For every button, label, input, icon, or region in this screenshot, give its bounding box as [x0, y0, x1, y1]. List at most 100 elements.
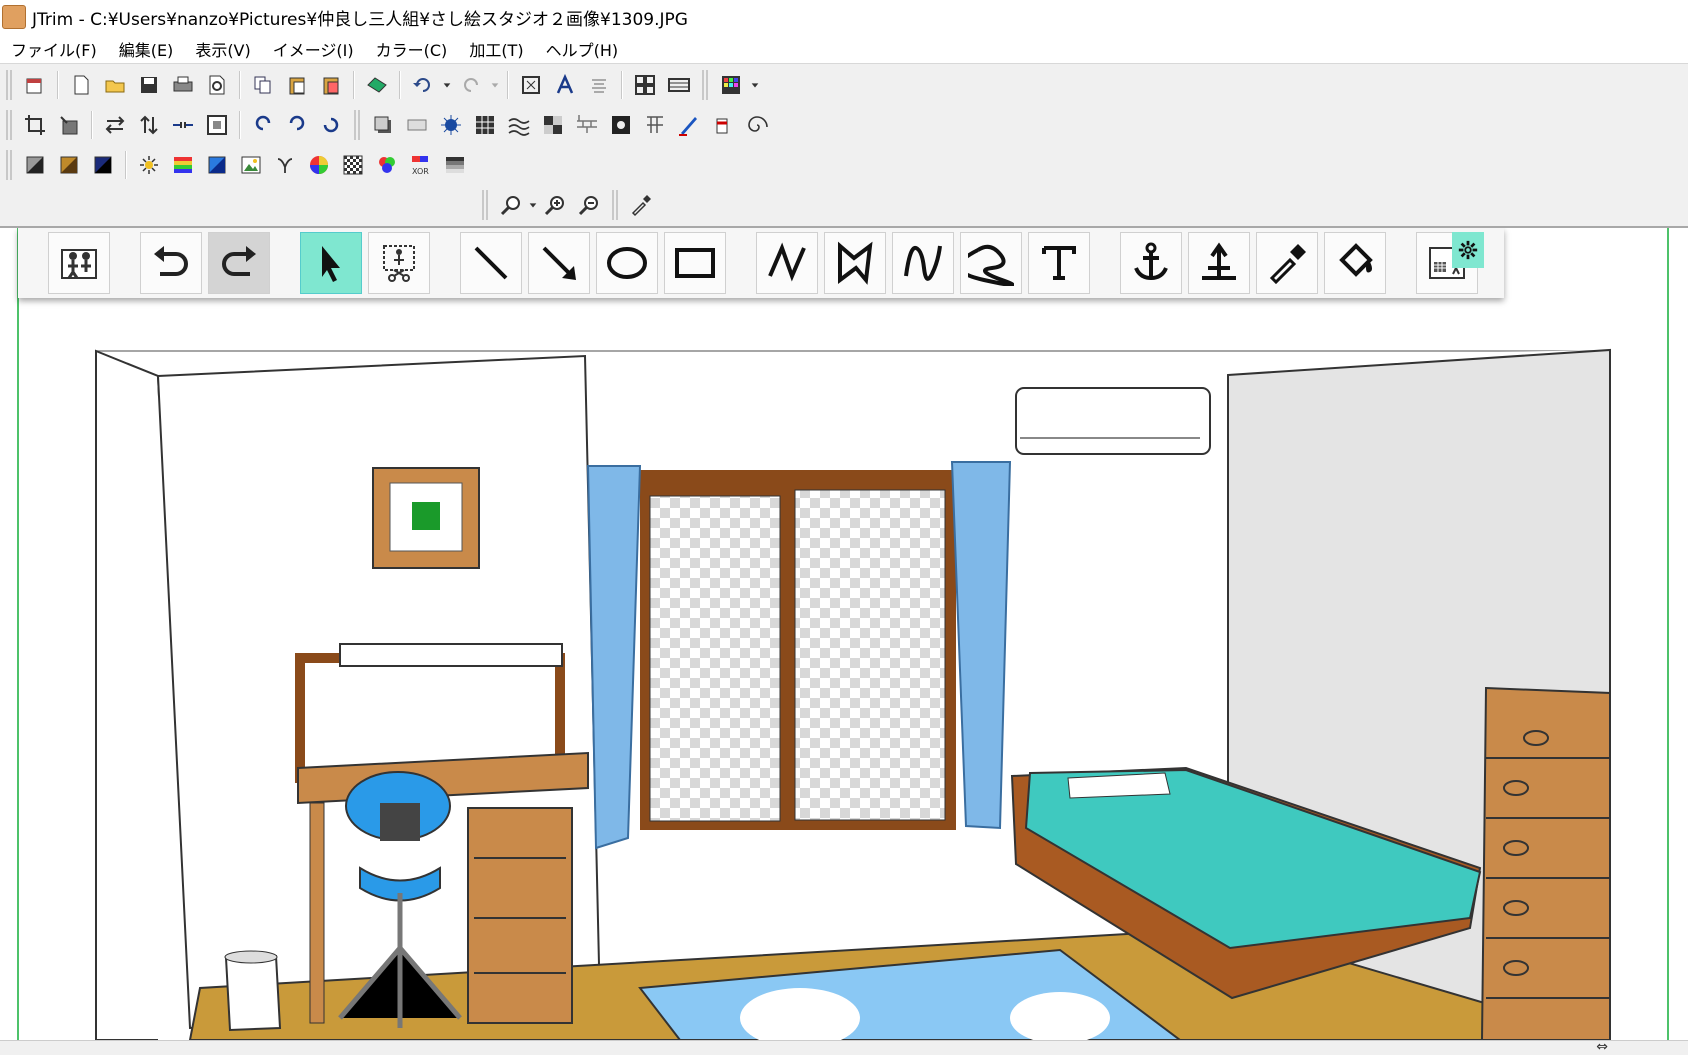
arrow-tool-button[interactable] — [528, 232, 590, 294]
palette-dropdown[interactable] — [748, 68, 762, 102]
line-tool-button[interactable] — [460, 232, 522, 294]
brick-button[interactable] — [570, 108, 604, 142]
paste-new-button[interactable] — [314, 68, 348, 102]
text-tool-button[interactable] — [1028, 232, 1090, 294]
polyline-tool-button[interactable] — [756, 232, 818, 294]
frame-button[interactable] — [200, 108, 234, 142]
new-window-button[interactable] — [18, 68, 52, 102]
print-button[interactable] — [166, 68, 200, 102]
flip-vertical-button[interactable] — [132, 108, 166, 142]
image-canvas[interactable] — [0, 228, 1688, 1040]
toolbar-grip[interactable] — [354, 110, 360, 140]
new-file-button[interactable] — [64, 68, 98, 102]
brightness-button[interactable] — [132, 148, 166, 182]
zoom-menu-button[interactable] — [494, 188, 528, 222]
trim-margin-button[interactable] — [166, 108, 200, 142]
xor-button[interactable]: XOR — [404, 148, 438, 182]
wave-button[interactable] — [502, 108, 536, 142]
menu-process[interactable]: 加工(T) — [458, 37, 534, 61]
posterize-button[interactable] — [438, 148, 472, 182]
rgb-channel-button[interactable] — [370, 148, 404, 182]
sepia-button[interactable] — [52, 148, 86, 182]
grayscale-button[interactable] — [18, 148, 52, 182]
invert-button[interactable] — [86, 148, 120, 182]
fill-tool-button[interactable] — [1324, 232, 1386, 294]
dither-button[interactable] — [336, 148, 370, 182]
undo-dropdown[interactable] — [440, 68, 454, 102]
undo-arrow-icon — [154, 246, 188, 276]
thumbnail-grid-button[interactable] — [628, 68, 662, 102]
mosaic-icon — [476, 116, 494, 134]
toolbar-grip[interactable] — [6, 150, 12, 180]
color-picker-tool-button[interactable] — [1256, 232, 1318, 294]
mosaic-button[interactable] — [468, 108, 502, 142]
save-button[interactable] — [132, 68, 166, 102]
toolbar-grip[interactable] — [612, 190, 618, 220]
move-anchor-tool-button[interactable] — [1188, 232, 1250, 294]
layer-tool-button[interactable] — [48, 232, 110, 294]
rotate-free-button[interactable] — [314, 108, 348, 142]
menu-help[interactable]: ヘルプ(H) — [535, 37, 630, 61]
cutout-tool-button[interactable] — [368, 232, 430, 294]
zoom-dropdown[interactable] — [528, 188, 538, 222]
menu-file[interactable]: ファイル(F) — [0, 37, 108, 61]
closed-curve-tool-button[interactable] — [960, 232, 1022, 294]
gamma-button[interactable] — [268, 148, 302, 182]
filmstrip-button[interactable] — [662, 68, 696, 102]
curve-tool-button[interactable] — [892, 232, 954, 294]
zoom-out-button[interactable] — [572, 188, 606, 222]
toolbar-grip[interactable] — [702, 70, 708, 100]
sharpen-button[interactable] — [638, 108, 672, 142]
open-file-button[interactable] — [98, 68, 132, 102]
menu-color[interactable]: カラー(C) — [365, 37, 459, 61]
menu-image[interactable]: イメージ(I) — [262, 37, 365, 61]
rectangle-tool-button[interactable] — [664, 232, 726, 294]
color-balance-button[interactable] — [166, 148, 200, 182]
redo-button[interactable] — [454, 68, 488, 102]
eraser-button[interactable] — [706, 108, 740, 142]
gradient-button[interactable] — [200, 148, 234, 182]
copy-button[interactable] — [246, 68, 280, 102]
toolbar-grip[interactable] — [6, 110, 12, 140]
select-tool-button[interactable] — [300, 232, 362, 294]
toolbar-grip[interactable] — [482, 190, 488, 220]
undo-button[interactable] — [406, 68, 440, 102]
flip-horizontal-button[interactable] — [98, 108, 132, 142]
image-adjust-button[interactable] — [234, 148, 268, 182]
draw-redo-button[interactable] — [208, 232, 270, 294]
polygon-tool-button[interactable] — [824, 232, 886, 294]
tile-icon — [544, 116, 562, 134]
anchor-tool-button[interactable] — [1120, 232, 1182, 294]
menu-view[interactable]: 表示(V) — [184, 37, 261, 61]
toolbar-grip[interactable] — [6, 70, 12, 100]
fit-window-button[interactable] — [514, 68, 548, 102]
toolbar-settings-button[interactable] — [1452, 232, 1484, 268]
paste-button[interactable] — [280, 68, 314, 102]
menu-edit[interactable]: 編集(E) — [108, 37, 185, 61]
eraser-icon — [716, 118, 728, 134]
emboss-button[interactable] — [400, 108, 434, 142]
capture-button[interactable] — [360, 68, 394, 102]
light-effect-button[interactable] — [434, 108, 468, 142]
pen-button[interactable] — [672, 108, 706, 142]
hue-button[interactable] — [302, 148, 336, 182]
redo-dropdown[interactable] — [488, 68, 502, 102]
vignette-button[interactable] — [604, 108, 638, 142]
align-center-button[interactable] — [582, 68, 616, 102]
text-button[interactable] — [548, 68, 582, 102]
shadow-button[interactable] — [366, 108, 400, 142]
ellipse-tool-button[interactable] — [596, 232, 658, 294]
polyline-icon — [768, 242, 806, 282]
paint-bucket-icon — [1339, 243, 1373, 277]
rotate-left-90-button[interactable] — [246, 108, 280, 142]
rotate-right-90-button[interactable] — [280, 108, 314, 142]
print-preview-button[interactable] — [200, 68, 234, 102]
tile-button[interactable] — [536, 108, 570, 142]
swirl-button[interactable] — [740, 108, 774, 142]
crop-button[interactable] — [18, 108, 52, 142]
palette-button[interactable] — [714, 68, 748, 102]
draw-undo-button[interactable] — [140, 232, 202, 294]
resize-button[interactable] — [52, 108, 86, 142]
zoom-in-button[interactable] — [538, 188, 572, 222]
eyedropper-button[interactable] — [624, 188, 658, 222]
